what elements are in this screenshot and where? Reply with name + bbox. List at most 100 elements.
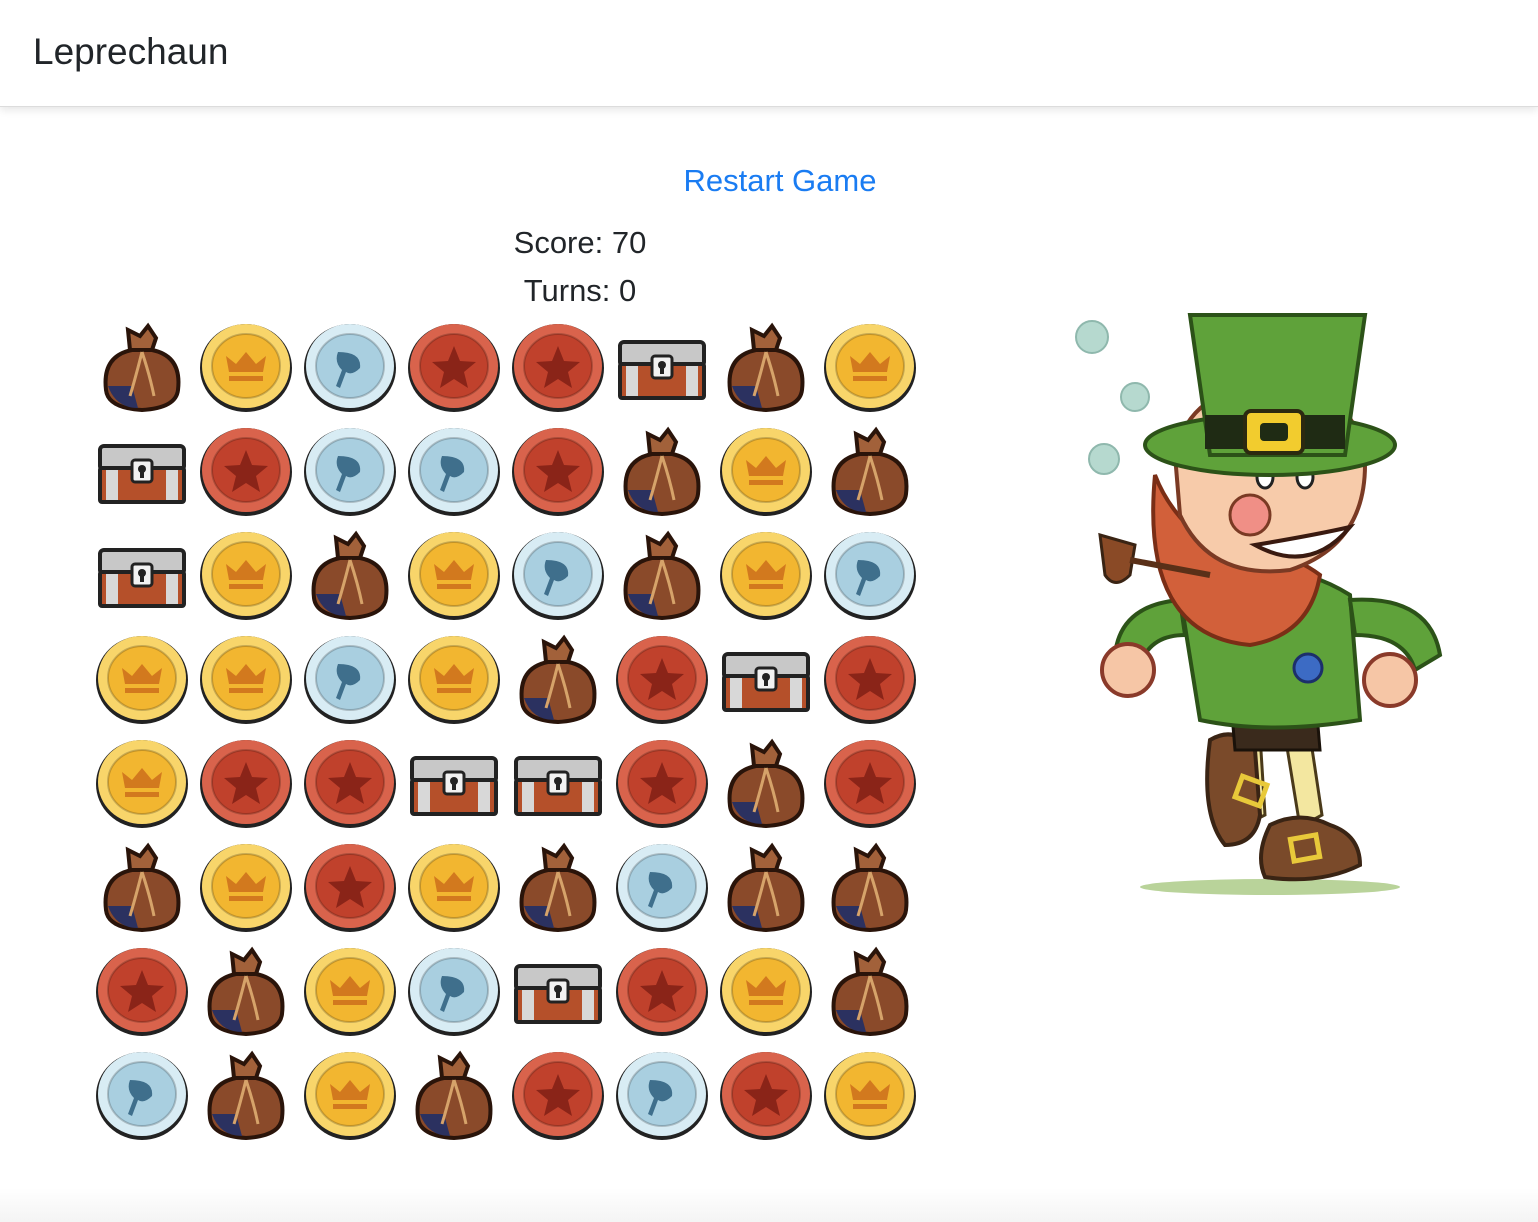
board-tile-bag[interactable] [610, 522, 714, 626]
silver-coin-icon [304, 428, 396, 516]
gold-coin-icon [408, 844, 500, 932]
board-tile-gold-coin[interactable] [818, 1042, 922, 1146]
board-tile-chest[interactable] [90, 418, 194, 522]
red-coin-icon [408, 324, 500, 412]
board-tile-gold-coin[interactable] [714, 522, 818, 626]
board-tile-red-coin[interactable] [402, 314, 506, 418]
gold-coin-icon [304, 1052, 396, 1140]
bag-icon [831, 842, 909, 933]
board-tile-bag[interactable] [402, 1042, 506, 1146]
board-tile-silver-coin[interactable] [90, 1042, 194, 1146]
silver-coin-icon [304, 324, 396, 412]
board-tile-gold-coin[interactable] [90, 730, 194, 834]
board-tile-silver-coin[interactable] [610, 1042, 714, 1146]
bag-icon [519, 634, 597, 725]
board-tile-chest[interactable] [402, 730, 506, 834]
score-display: Score: 70 [513, 225, 647, 260]
board-tile-red-coin[interactable] [194, 730, 298, 834]
bag-icon [519, 842, 597, 933]
board-tile-bag[interactable] [194, 1042, 298, 1146]
gold-coin-icon [200, 324, 292, 412]
navbar-brand[interactable]: Leprechaun [33, 30, 228, 74]
board-tile-red-coin[interactable] [90, 938, 194, 1042]
gold-coin-icon [720, 948, 812, 1036]
silver-coin-icon [824, 532, 916, 620]
red-coin-icon [616, 740, 708, 828]
board-tile-silver-coin[interactable] [506, 522, 610, 626]
board-tile-bag[interactable] [714, 314, 818, 418]
board-tile-red-coin[interactable] [506, 314, 610, 418]
board-tile-silver-coin[interactable] [610, 834, 714, 938]
board-tile-silver-coin[interactable] [402, 418, 506, 522]
board-tile-red-coin[interactable] [610, 626, 714, 730]
board-tile-red-coin[interactable] [610, 938, 714, 1042]
board-tile-silver-coin[interactable] [402, 938, 506, 1042]
red-coin-icon [824, 636, 916, 724]
red-coin-icon [512, 324, 604, 412]
silver-coin-icon [512, 532, 604, 620]
gold-coin-icon [96, 740, 188, 828]
restart-game-link[interactable]: Restart Game [0, 162, 1538, 200]
board-tile-gold-coin[interactable] [194, 626, 298, 730]
board-tile-gold-coin[interactable] [714, 418, 818, 522]
board-tile-chest[interactable] [714, 626, 818, 730]
board-tile-gold-coin[interactable] [194, 834, 298, 938]
chest-icon [722, 652, 810, 712]
board-tile-gold-coin[interactable] [194, 522, 298, 626]
gold-coin-icon [200, 844, 292, 932]
board-tile-gold-coin[interactable] [298, 1042, 402, 1146]
silver-coin-icon [304, 636, 396, 724]
board-tile-gold-coin[interactable] [90, 626, 194, 730]
board-tile-chest[interactable] [610, 314, 714, 418]
gold-coin-icon [304, 948, 396, 1036]
board-tile-red-coin[interactable] [818, 730, 922, 834]
silver-coin-icon [616, 1052, 708, 1140]
board-tile-bag[interactable] [610, 418, 714, 522]
board-tile-bag[interactable] [298, 522, 402, 626]
board-tile-gold-coin[interactable] [714, 938, 818, 1042]
board-tile-bag[interactable] [506, 626, 610, 730]
bag-icon [207, 1050, 285, 1141]
silver-coin-icon [96, 1052, 188, 1140]
board-tile-bag[interactable] [90, 834, 194, 938]
board-tile-red-coin[interactable] [714, 1042, 818, 1146]
silver-coin-icon [408, 948, 500, 1036]
board-tile-red-coin[interactable] [298, 730, 402, 834]
board-tile-red-coin[interactable] [506, 418, 610, 522]
red-coin-icon [824, 740, 916, 828]
board-tile-silver-coin[interactable] [298, 418, 402, 522]
board-tile-bag[interactable] [818, 418, 922, 522]
board-tile-silver-coin[interactable] [298, 314, 402, 418]
board-tile-silver-coin[interactable] [818, 522, 922, 626]
board-tile-bag[interactable] [714, 834, 818, 938]
board-tile-chest[interactable] [90, 522, 194, 626]
board-tile-red-coin[interactable] [610, 730, 714, 834]
red-coin-icon [616, 636, 708, 724]
board-tile-bag[interactable] [194, 938, 298, 1042]
bag-icon [727, 738, 805, 829]
board-tile-gold-coin[interactable] [194, 314, 298, 418]
board-tile-bag[interactable] [506, 834, 610, 938]
red-coin-icon [304, 740, 396, 828]
chest-icon [410, 756, 498, 816]
board-tile-gold-coin[interactable] [818, 314, 922, 418]
board-tile-chest[interactable] [506, 730, 610, 834]
board-tile-gold-coin[interactable] [298, 938, 402, 1042]
board-tile-silver-coin[interactable] [298, 626, 402, 730]
bag-icon [103, 322, 181, 413]
board-tile-bag[interactable] [90, 314, 194, 418]
board-tile-gold-coin[interactable] [402, 834, 506, 938]
board-tile-red-coin[interactable] [506, 1042, 610, 1146]
board-tile-red-coin[interactable] [298, 834, 402, 938]
red-coin-icon [200, 428, 292, 516]
board-tile-bag[interactable] [818, 938, 922, 1042]
bag-icon [831, 426, 909, 517]
board-tile-chest[interactable] [506, 938, 610, 1042]
red-coin-icon [200, 740, 292, 828]
board-tile-bag[interactable] [818, 834, 922, 938]
board-tile-red-coin[interactable] [818, 626, 922, 730]
board-tile-gold-coin[interactable] [402, 522, 506, 626]
board-tile-bag[interactable] [714, 730, 818, 834]
board-tile-red-coin[interactable] [194, 418, 298, 522]
board-tile-gold-coin[interactable] [402, 626, 506, 730]
